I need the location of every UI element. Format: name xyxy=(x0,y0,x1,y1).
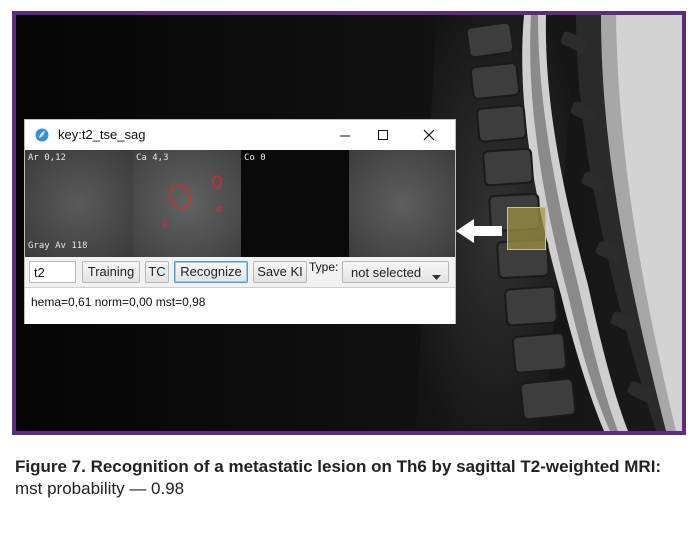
key-input[interactable]: t2 xyxy=(29,261,76,283)
type-select[interactable]: not selected xyxy=(342,261,449,283)
type-select-value: not selected xyxy=(351,265,422,280)
panel-connections: Co 0 xyxy=(241,150,349,257)
panel-gray-average-label: Gray Av 118 xyxy=(28,241,88,251)
panel-connections-label: Co 0 xyxy=(244,153,266,163)
chevron-down-icon xyxy=(432,269,441,284)
figure-frame: key:t2_tse_sag Ar 0,12 Gray Av 118 Ca 4,… xyxy=(12,11,686,435)
lesion-contours xyxy=(162,175,222,227)
caption-subtitle: mst probability — 0.98 xyxy=(15,479,185,498)
tc-button[interactable]: TC xyxy=(145,261,169,283)
panel-area-label: Ar 0,12 xyxy=(28,153,66,163)
figure-caption: Figure 7. Recognition of a metastatic le… xyxy=(15,456,687,499)
app-icon xyxy=(35,128,49,142)
status-bar: hema=0,61 norm=0,00 mst=0,98 xyxy=(25,287,455,324)
panel-area: Ar 0,12 Gray Av 118 xyxy=(25,150,133,257)
type-label: Type: xyxy=(309,260,339,274)
panel-source-image xyxy=(349,150,455,257)
training-button[interactable]: Training xyxy=(82,261,140,283)
close-icon[interactable] xyxy=(409,123,449,147)
status-text: hema=0,61 norm=0,00 mst=0,98 xyxy=(31,295,206,309)
toolbar: t2 Training TC Recognize Save KI Type: n… xyxy=(25,257,455,287)
caption-title: Figure 7. Recognition of a metastatic le… xyxy=(15,457,662,476)
recognize-button[interactable]: Recognize xyxy=(174,261,248,283)
window-title: key:t2_tse_sag xyxy=(58,127,146,142)
maximize-icon[interactable] xyxy=(363,123,403,147)
save-ki-button[interactable]: Save KI xyxy=(253,261,307,283)
arrow-left-icon xyxy=(456,219,504,248)
analysis-panels: Ar 0,12 Gray Av 118 Ca 4,3 Co 0 xyxy=(25,150,455,257)
app-window: key:t2_tse_sag Ar 0,12 Gray Av 118 Ca 4,… xyxy=(24,119,456,324)
panel-contours: Ca 4,3 xyxy=(133,150,241,257)
title-bar[interactable]: key:t2_tse_sag xyxy=(25,120,455,150)
lesion-roi-highlight xyxy=(507,207,546,250)
minimize-icon[interactable] xyxy=(325,123,365,147)
